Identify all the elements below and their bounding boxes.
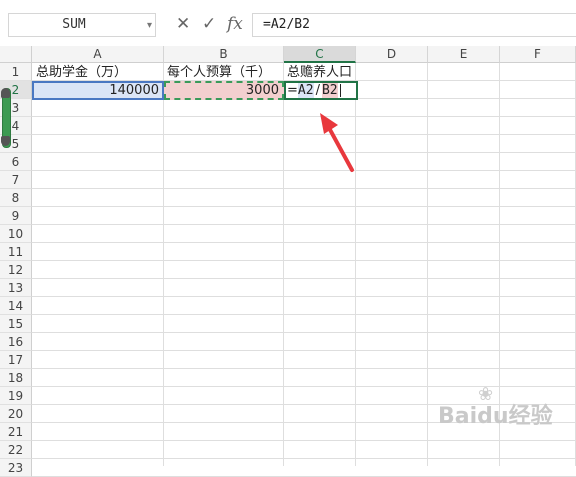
red-arrow-icon <box>320 113 354 172</box>
watermark-text: Baidu经验 <box>438 404 553 429</box>
